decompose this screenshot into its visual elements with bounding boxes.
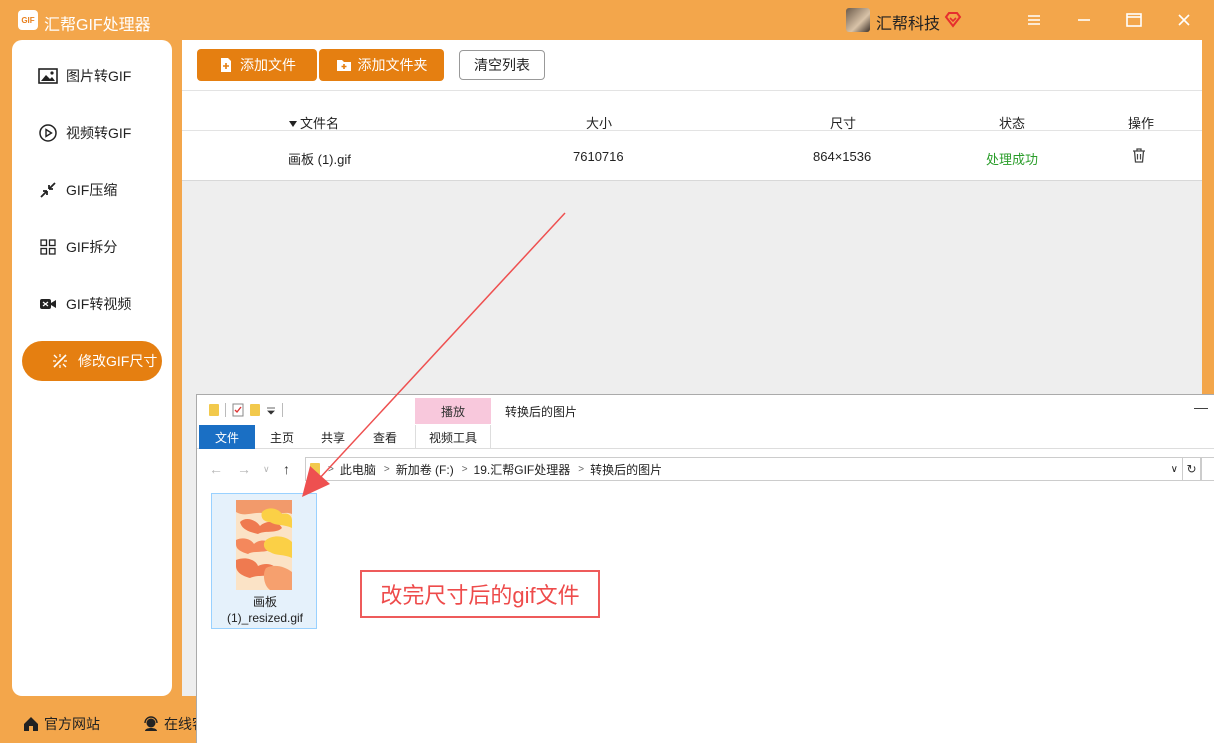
sidebar-item-video-to-gif[interactable]: 视频转GIF [24, 113, 162, 153]
maximize-icon[interactable] [1122, 8, 1146, 32]
menu-icon[interactable] [1022, 8, 1046, 32]
column-header-name-label: 文件名 [300, 116, 340, 131]
divider [225, 403, 226, 417]
vip-diamond-icon[interactable] [944, 10, 962, 28]
app-logo-text: GIF [21, 15, 35, 25]
breadcrumb-separator: > [461, 463, 468, 475]
address-bar[interactable]: > 此电脑 > 新加卷 (F:) > 19.汇帮GIF处理器 > 转换后的图片 … [305, 457, 1183, 481]
row-file-name: 画板 (1).gif [288, 152, 351, 167]
header-divider [182, 130, 1202, 131]
tab-view[interactable]: 查看 [365, 425, 405, 449]
add-file-icon [221, 58, 231, 72]
play-icon [38, 123, 58, 143]
breadcrumb-separator: > [328, 463, 334, 475]
sidebar-item-label: 图片转GIF [66, 68, 132, 84]
sidebar-item-gif-compress[interactable]: GIF压缩 [24, 170, 162, 210]
clear-list-label: 清空列表 [474, 57, 530, 73]
image-icon [38, 66, 58, 86]
official-website-label: 官方网站 [44, 716, 100, 732]
add-folder-label: 添加文件夹 [357, 57, 428, 73]
video-camera-icon [38, 294, 58, 314]
refresh-icon[interactable]: ↻ [1183, 457, 1201, 481]
delete-icon[interactable] [1132, 148, 1146, 166]
app-logo: GIF [18, 10, 38, 30]
annotation-callout: 改完尺寸后的gif文件 [360, 570, 600, 618]
sidebar-item-label: 修改GIF尺寸 [78, 353, 158, 369]
sidebar-item-label: 视频转GIF [66, 125, 132, 141]
search-input[interactable] [1201, 457, 1214, 481]
file-name-label: 画板 (1)_resized.gif [212, 594, 318, 626]
file-item[interactable]: 画板 (1)_resized.gif [211, 493, 317, 629]
folder-icon[interactable] [209, 404, 219, 416]
window-title: 转换后的图片 [505, 405, 578, 419]
folder-icon [310, 463, 320, 475]
sort-down-icon [289, 121, 297, 127]
forward-icon[interactable]: → [237, 461, 251, 477]
sidebar-item-gif-to-video[interactable]: GIF转视频 [24, 284, 162, 324]
add-file-label: 添加文件 [240, 57, 296, 73]
tab-video-tools[interactable]: 视频工具 [415, 425, 491, 449]
file-name-line: 画板 [252, 595, 277, 609]
quick-access-toolbar [209, 401, 283, 419]
compress-icon [38, 180, 58, 200]
minimize-icon[interactable]: — [1194, 399, 1208, 415]
sidebar-item-resize-gif[interactable]: 修改GIF尺寸 [22, 341, 162, 381]
contextual-tab-play[interactable]: 播放 [415, 398, 491, 424]
sidebar-item-label: GIF转视频 [66, 296, 132, 312]
chevron-down-icon[interactable]: ∨ [1171, 464, 1178, 475]
sidebar-item-label: GIF压缩 [66, 182, 118, 198]
home-icon [24, 717, 38, 731]
breadcrumb-item[interactable]: 新加卷 (F:) [396, 461, 454, 478]
add-folder-icon [336, 60, 351, 71]
split-icon [38, 237, 58, 257]
tab-share[interactable]: 共享 [313, 425, 353, 449]
file-name-line: (1)_resized.gif [226, 611, 304, 625]
close-icon[interactable] [1172, 8, 1196, 32]
file-explorer-window: 播放 转换后的图片 — 文件 主页 共享 查看 视频工具 ← → ∨ ↑ > 此… [196, 394, 1214, 743]
ribbon-tabs: 文件 主页 共享 查看 视频工具 [197, 425, 1214, 449]
tab-file[interactable]: 文件 [199, 425, 255, 449]
breadcrumb-separator: > [383, 463, 390, 475]
recent-locations-icon[interactable]: ∨ [263, 464, 270, 475]
breadcrumb-item[interactable]: 转换后的图片 [590, 461, 662, 478]
official-website-link[interactable]: 官方网站 [22, 714, 100, 734]
app-title: 汇帮GIF处理器 [44, 17, 151, 34]
headset-icon [144, 716, 158, 731]
new-folder-icon[interactable] [250, 404, 260, 416]
resize-icon [50, 351, 70, 371]
address-row: ← → ∨ ↑ > 此电脑 > 新加卷 (F:) > 19.汇帮GIF处理器 >… [197, 455, 1214, 483]
divider [282, 403, 283, 417]
sidebar-item-gif-split[interactable]: GIF拆分 [24, 227, 162, 267]
breadcrumb-item[interactable]: 19.汇帮GIF处理器 [474, 461, 571, 478]
add-file-button[interactable]: 添加文件 [197, 49, 317, 81]
row-file-dims: 864×1536 [813, 149, 872, 164]
table-divider [182, 180, 1202, 181]
file-table: 文件名 大小 尺寸 状态 操作 画板 (1).gif 7610716 864×1… [182, 90, 1202, 181]
add-folder-button[interactable]: 添加文件夹 [319, 49, 444, 81]
gif-thumbnail [236, 500, 292, 590]
tab-home[interactable]: 主页 [259, 425, 305, 449]
sidebar-item-label: GIF拆分 [66, 239, 118, 255]
breadcrumb-item[interactable]: 此电脑 [340, 461, 376, 478]
status-badge: 处理成功 [986, 152, 1039, 167]
back-icon[interactable]: ← [209, 461, 223, 477]
minimize-icon[interactable] [1072, 8, 1096, 32]
clear-list-button[interactable]: 清空列表 [459, 50, 545, 80]
toolbar: 添加文件 添加文件夹 清空列表 [182, 40, 1202, 90]
sidebar-item-image-to-gif[interactable]: 图片转GIF [24, 56, 162, 96]
breadcrumb-separator: > [578, 463, 585, 475]
up-icon[interactable]: ↑ [283, 461, 290, 477]
row-file-size: 7610716 [573, 149, 624, 164]
sidebar: 图片转GIF 视频转GIF GIF压缩 GIF拆分 GIF转视频 修改GIF尺寸 [12, 40, 172, 696]
avatar[interactable] [846, 8, 870, 32]
properties-icon[interactable] [232, 403, 244, 417]
title-bar: GIF 汇帮GIF处理器 汇帮科技 [0, 0, 1214, 40]
chevron-down-icon[interactable] [266, 405, 276, 415]
user-name[interactable]: 汇帮科技 [876, 10, 940, 34]
